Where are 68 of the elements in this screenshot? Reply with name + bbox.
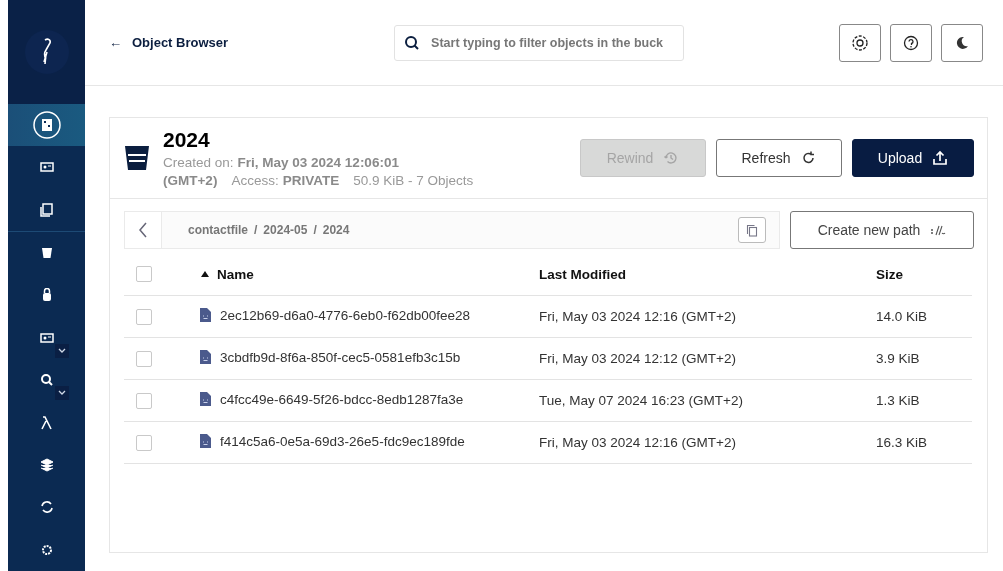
upload-icon	[932, 150, 949, 166]
new-path-icon	[930, 224, 947, 236]
bucket-name: 2024	[163, 128, 211, 152]
history-icon	[663, 150, 680, 166]
copy-icon	[746, 223, 758, 237]
file-name[interactable]: 2ec12b69-d6a0-4776-6eb0-f62db00fee28	[220, 307, 470, 323]
access-value: PRIVATE	[282, 173, 340, 188]
chevron-down-icon[interactable]	[55, 385, 69, 400]
id-card-icon	[39, 160, 54, 175]
column-header[interactable]: Size	[876, 266, 903, 282]
row-checkbox[interactable]	[136, 350, 152, 367]
copy-button[interactable]	[738, 217, 766, 243]
file-name[interactable]: c4fcc49e-6649-5f26-bdcc-8edb1287fa3e	[220, 391, 464, 407]
path-separator: /	[254, 223, 258, 237]
breadcrumb-link[interactable]: 2024-05	[263, 223, 308, 237]
file-name[interactable]: 3cbdfb9d-8f6a-850f-cec5-0581efb3c15b	[220, 349, 461, 365]
file-size: 3.9 KiB	[876, 351, 920, 366]
moon-icon	[954, 34, 970, 51]
magnifier-icon	[39, 373, 54, 388]
chevron-down-icon[interactable]	[55, 343, 69, 358]
file-icon	[200, 392, 211, 407]
row-checkbox[interactable]	[136, 392, 152, 409]
settings-button[interactable]	[839, 23, 881, 62]
modified-date: Fri, May 03 2024 12:16 (GMT+2)	[539, 435, 736, 450]
created-label: Created on:	[163, 155, 234, 170]
file-size: 1.3 KiB	[876, 393, 920, 408]
timezone-text: (GMT+2)	[163, 173, 218, 188]
path-separator: /	[313, 223, 317, 237]
id-card-icon	[39, 330, 54, 345]
usage-text: 50.9 KiB - 7 Objects	[353, 173, 474, 188]
modified-date: Fri, May 03 2024 12:12 (GMT+2)	[539, 351, 736, 366]
upload-button[interactable]: Upload	[852, 139, 974, 177]
back-link[interactable]: ← Object Browser	[109, 35, 229, 50]
lambda-icon	[39, 415, 54, 430]
file-size: 16.3 KiB	[876, 435, 928, 450]
breadcrumb-link[interactable]: 2024	[322, 223, 350, 237]
created-date: Fri, May 03 2024 12:06:01	[237, 155, 399, 170]
access-label: Access:	[231, 173, 279, 188]
sidebar-item[interactable]	[8, 103, 85, 146]
help-icon	[903, 34, 919, 51]
sync-icon	[39, 500, 54, 515]
bucket-icon	[39, 245, 54, 260]
documents-icon	[39, 202, 54, 217]
file-size: 14.0 KiB	[876, 309, 928, 324]
bucket-list-icon	[32, 110, 61, 139]
modified-date: Fri, May 03 2024 12:16 (GMT+2)	[539, 309, 736, 324]
refresh-button[interactable]: Refresh	[716, 139, 842, 177]
select-all-checkbox[interactable]	[136, 266, 152, 283]
dark-mode-button[interactable]	[941, 23, 983, 62]
help-button[interactable]	[890, 23, 932, 62]
create-path-button[interactable]: Create new path	[790, 211, 974, 249]
row-checkbox[interactable]	[136, 434, 152, 451]
row-checkbox[interactable]	[136, 308, 152, 325]
modified-date: Tue, May 07 2024 16:23 (GMT+2)	[539, 393, 743, 408]
sort-up-icon	[200, 270, 210, 279]
file-icon	[200, 434, 211, 449]
bucket-icon	[124, 144, 150, 172]
file-icon	[200, 308, 211, 323]
file-name[interactable]: f414c5a6-0e5a-69d3-26e5-fdc9ec189fde	[220, 433, 465, 449]
search-field[interactable]: Start typing to filter objects in the buck	[394, 24, 685, 61]
chevron-left-icon	[138, 221, 148, 239]
column-header[interactable]: Last Modified	[539, 266, 626, 282]
layers-icon	[39, 458, 54, 472]
breadcrumb-link[interactable]: contactfile	[188, 223, 248, 237]
column-header[interactable]: Name	[200, 266, 254, 282]
bird-logo-icon	[24, 29, 69, 74]
refresh-icon	[800, 150, 817, 166]
file-icon	[200, 350, 211, 365]
